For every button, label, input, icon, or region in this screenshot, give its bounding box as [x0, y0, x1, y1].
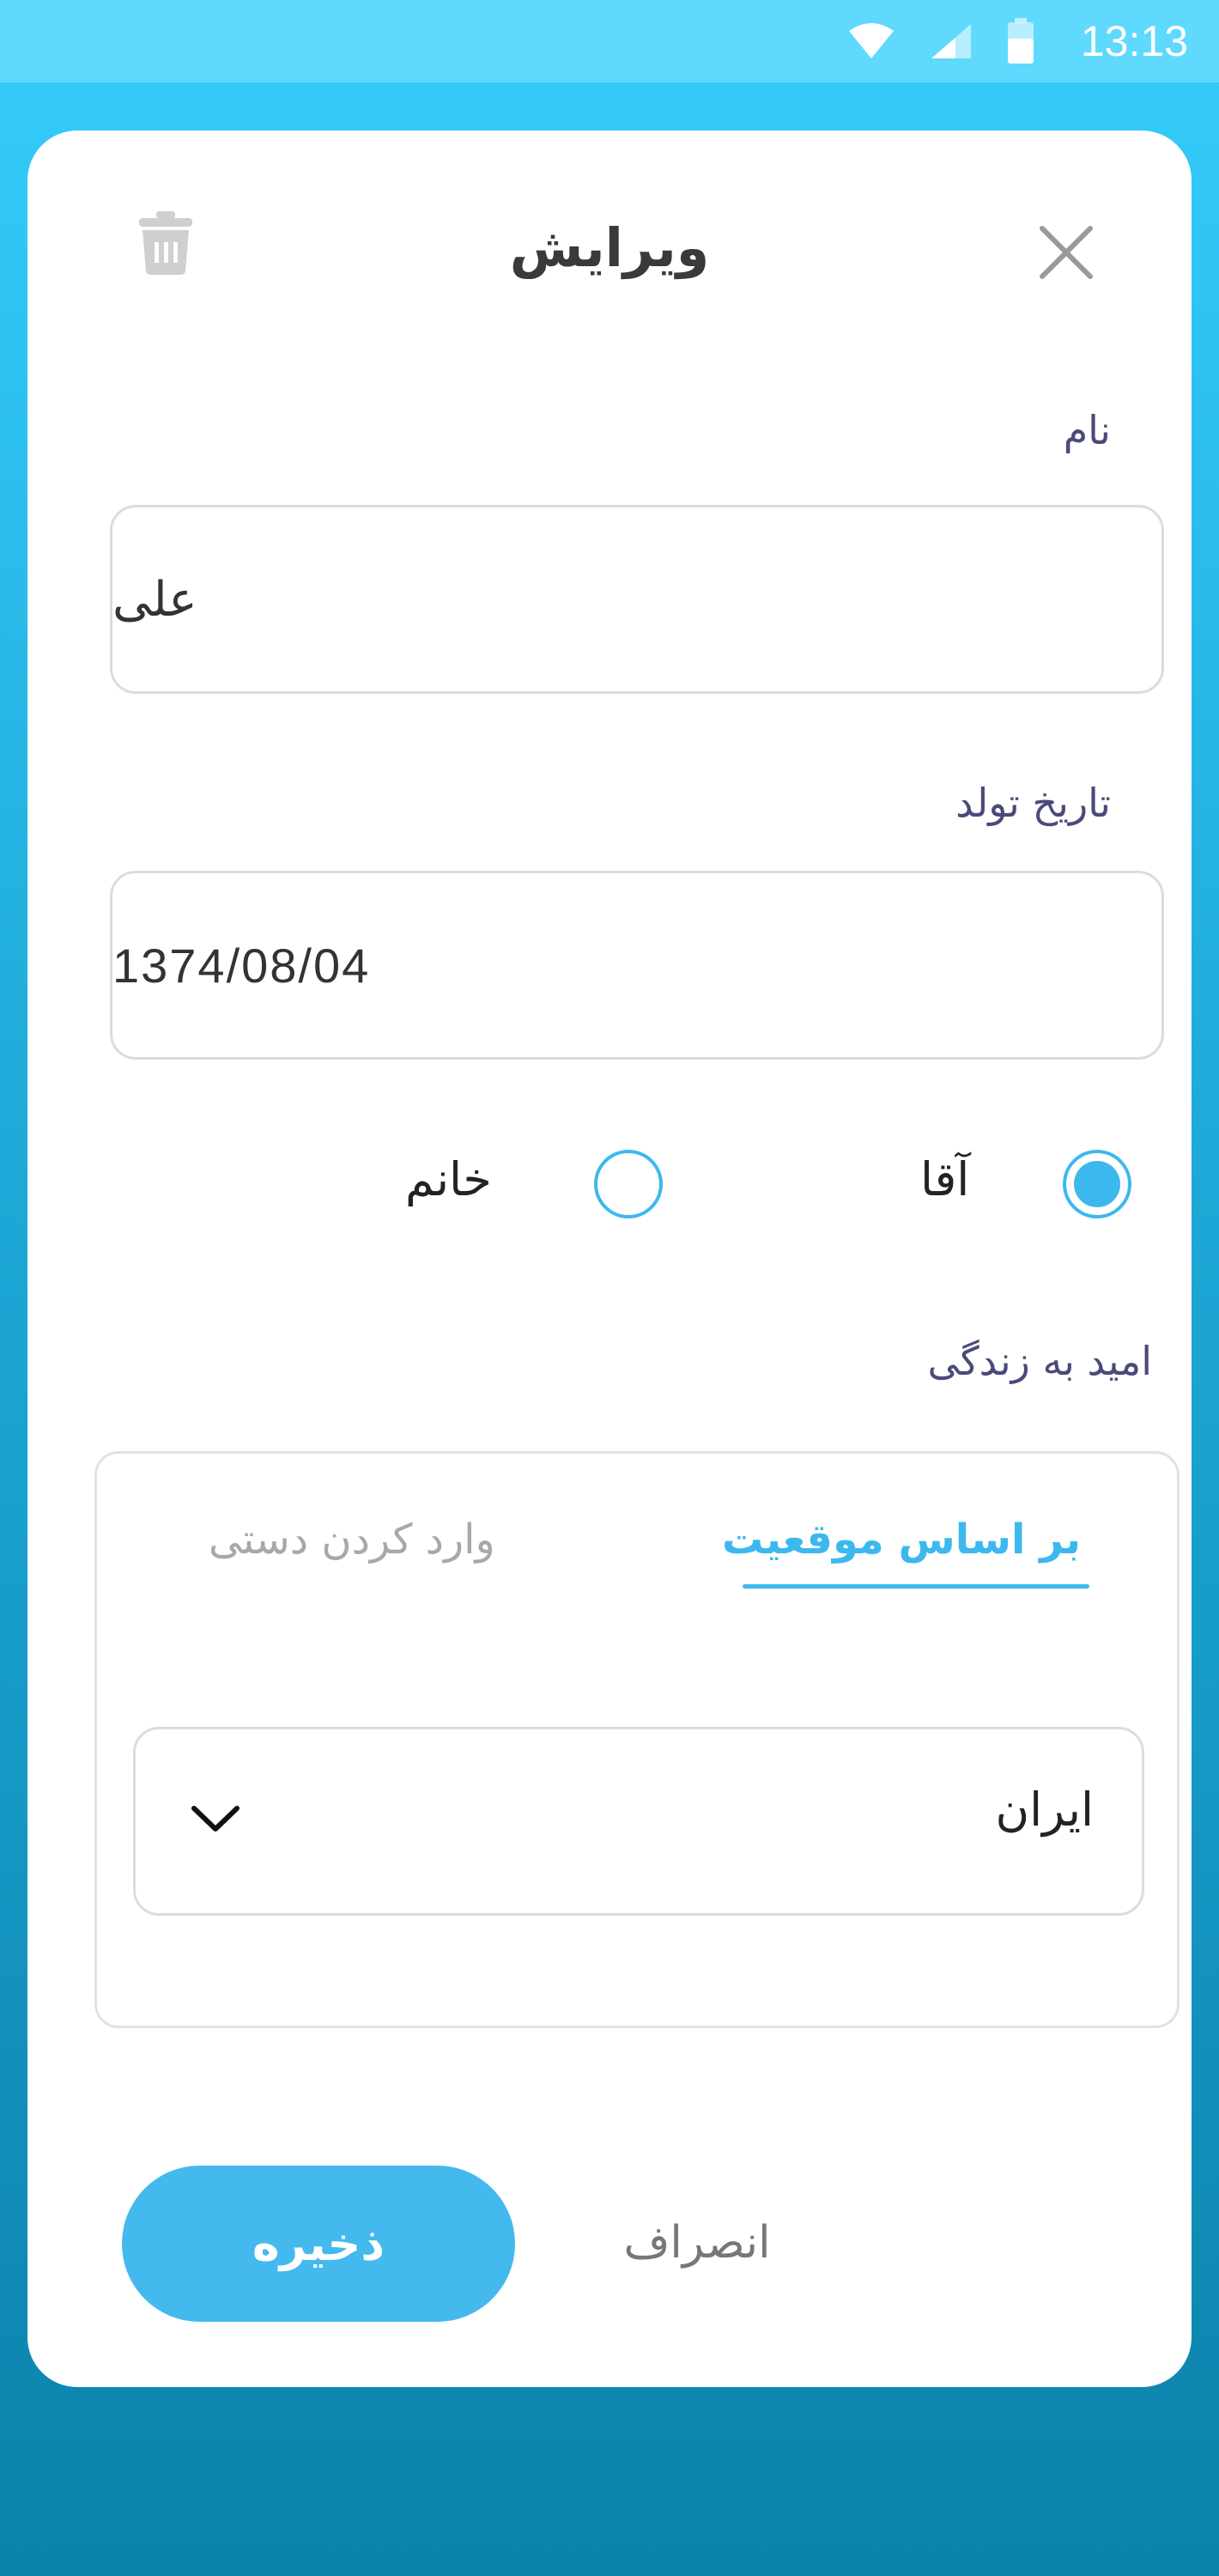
cellular-signal-icon: [931, 24, 971, 58]
radio-female-label: خانم: [405, 1152, 492, 1206]
status-time: 13:13: [1080, 17, 1188, 65]
tab-manual-entry[interactable]: وارد کردن دستی: [209, 1516, 495, 1564]
tab-by-location[interactable]: بر اساس موقعیت: [722, 1516, 1081, 1564]
chevron-down-icon: [191, 1806, 240, 1832]
life-expectancy-panel: بر اساس موقعیت وارد کردن دستی ایران: [94, 1451, 1180, 2028]
status-bar: 13:13: [0, 0, 1219, 82]
birthdate-label: تاریخ تولد: [955, 780, 1111, 826]
radio-male-label: آقا: [920, 1152, 970, 1206]
radio-female[interactable]: [594, 1150, 663, 1218]
name-input[interactable]: علی: [110, 505, 1164, 694]
status-icons: 13:13: [847, 16, 1188, 66]
birthdate-input[interactable]: 1374/08/04: [110, 871, 1164, 1060]
country-select[interactable]: ایران: [133, 1727, 1144, 1916]
close-icon[interactable]: [1035, 222, 1097, 283]
edit-dialog: ویرایش نام علی تاریخ تولد 1374/08/04 آقا…: [27, 131, 1192, 2387]
cancel-button[interactable]: انصراف: [594, 2208, 800, 2277]
birthdate-value: 1374/08/04: [112, 938, 371, 993]
dialog-title: ویرایش: [509, 216, 710, 279]
save-button-label: ذخیره: [252, 2216, 385, 2271]
battery-icon: [1007, 18, 1034, 64]
name-value: علی: [112, 571, 197, 628]
cancel-button-label: انصراف: [623, 2217, 771, 2269]
name-label: نام: [1063, 407, 1111, 453]
radio-male[interactable]: [1063, 1150, 1131, 1218]
save-button[interactable]: ذخیره: [122, 2166, 515, 2322]
country-select-value: ایران: [995, 1783, 1095, 1837]
active-tab-indicator: [743, 1584, 1089, 1589]
life-expectancy-label: امید به زندگی: [927, 1338, 1152, 1384]
wifi-icon: [848, 23, 894, 58]
